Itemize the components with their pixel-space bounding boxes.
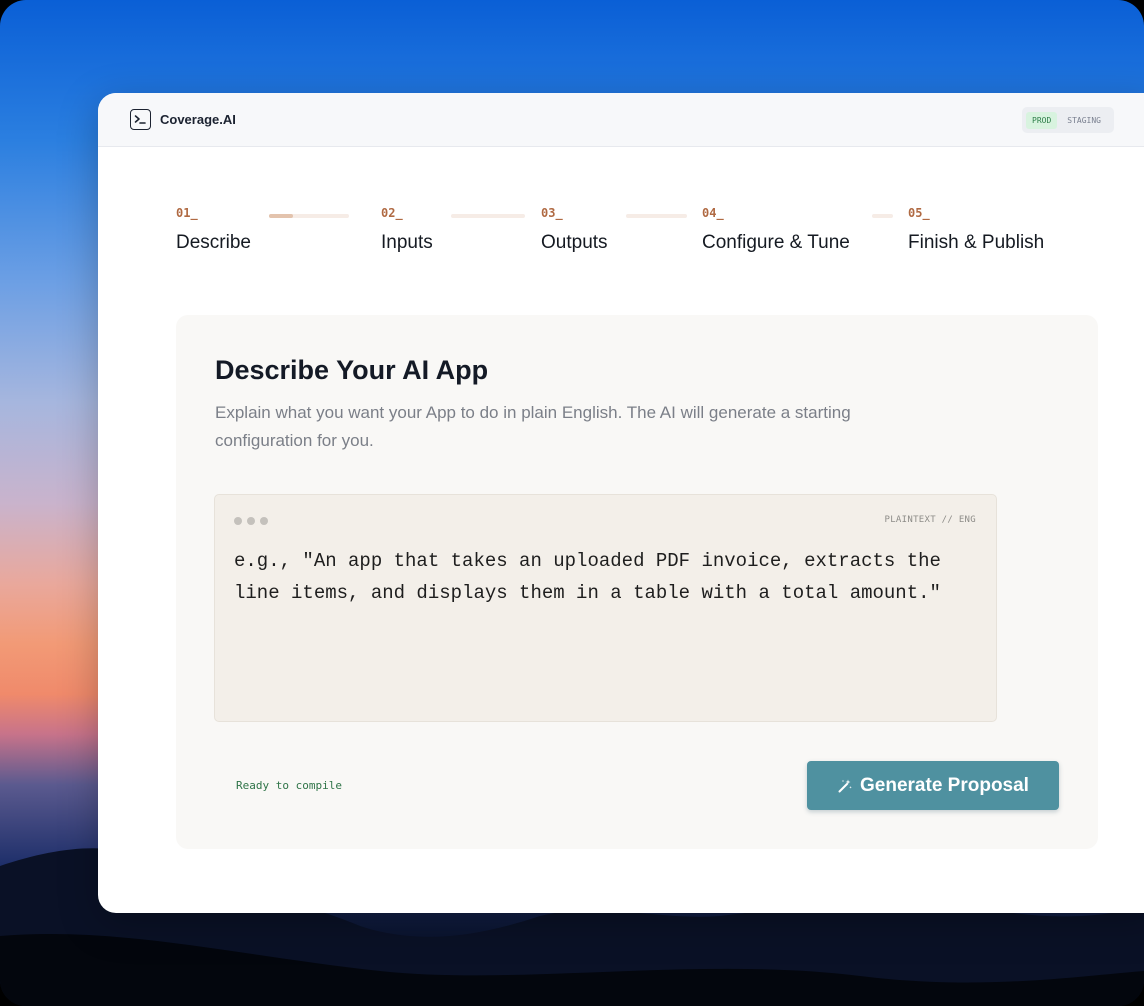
app-name: Coverage.AI: [160, 112, 236, 127]
step-progress-fill: [269, 214, 293, 218]
generate-button-label: Generate Proposal: [860, 774, 1029, 796]
language-tag: PLAINTEXT // ENG: [884, 515, 976, 525]
step-number: 05_: [908, 206, 930, 220]
top-bar: Coverage.AI PROD STAGING: [98, 93, 1144, 147]
step-label: Describe: [176, 232, 251, 253]
step-describe[interactable]: 01_ Describe: [176, 206, 251, 254]
page-description: Explain what you want your App to do in …: [215, 403, 851, 450]
window-dots-icon: [234, 517, 268, 525]
step-label: Inputs: [381, 232, 433, 253]
generate-proposal-button[interactable]: Generate Proposal: [807, 761, 1059, 810]
step-configure-tune[interactable]: 04_ Configure & Tune: [702, 206, 850, 254]
step-label: Outputs: [541, 232, 608, 253]
step-outputs[interactable]: 03_ Outputs: [541, 206, 608, 254]
step-label: Finish & Publish: [908, 232, 1045, 253]
description-editor[interactable]: PLAINTEXT // ENG e.g., "An app that take…: [214, 494, 997, 722]
step-inputs[interactable]: 02_ Inputs: [381, 206, 433, 254]
dot: [234, 517, 242, 525]
step-number: 01_: [176, 206, 198, 220]
terminal-prompt-icon: [130, 109, 151, 130]
step-label: Configure & Tune: [702, 232, 850, 253]
dot: [247, 517, 255, 525]
describe-card: Describe Your AI App Explain what you wa…: [176, 315, 1098, 849]
env-option-staging[interactable]: STAGING: [1061, 112, 1107, 129]
step-number: 02_: [381, 206, 403, 220]
step-progress-bar: [269, 214, 349, 218]
magic-wand-icon: [838, 779, 852, 792]
environment-toggle: PROD STAGING: [1022, 107, 1114, 133]
step-number: 03_: [541, 206, 563, 220]
step-progress-bar: [872, 214, 893, 218]
page-title: Describe Your AI App: [215, 355, 489, 385]
brand[interactable]: Coverage.AI: [130, 109, 236, 130]
app-window: Coverage.AI PROD STAGING 01_ Describe 02…: [98, 93, 1144, 913]
env-option-prod[interactable]: PROD: [1026, 111, 1058, 129]
step-finish-publish[interactable]: 05_ Finish & Publish: [908, 206, 1044, 254]
step-progress-bar: [451, 214, 525, 218]
dot: [260, 517, 268, 525]
step-number: 04_: [702, 206, 724, 220]
editor-placeholder[interactable]: e.g., "An app that takes an uploaded PDF…: [234, 545, 974, 609]
step-progress-bar: [626, 214, 687, 218]
status-text: Ready to compile: [236, 779, 342, 792]
